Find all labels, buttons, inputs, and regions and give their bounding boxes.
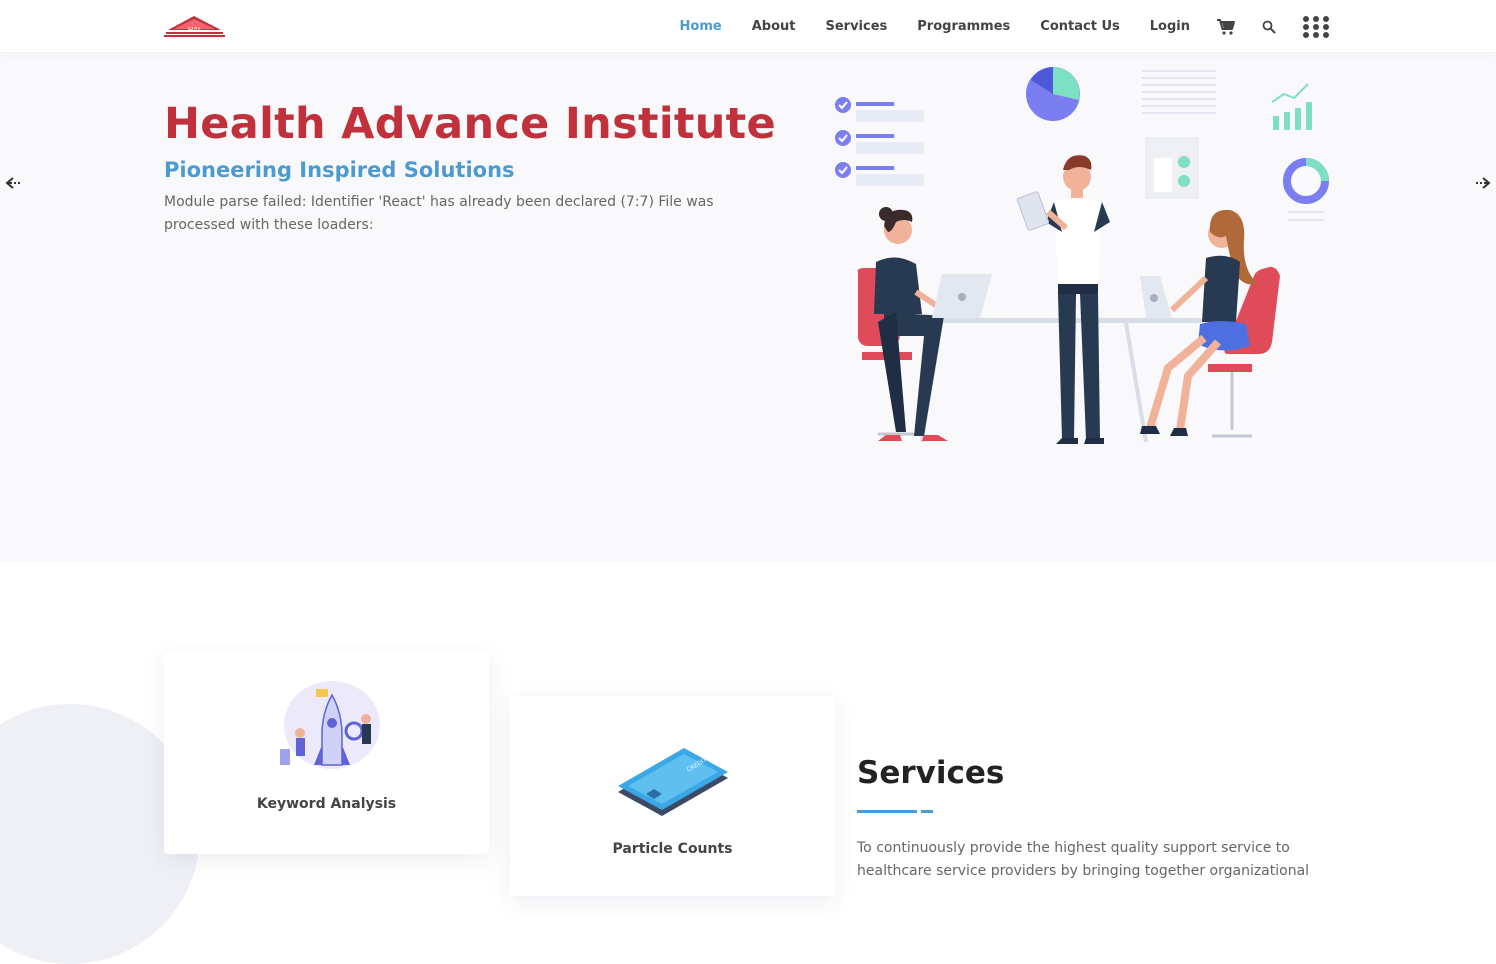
- nav-programmes[interactable]: Programmes: [917, 19, 1010, 34]
- arrow-right-icon[interactable]: [1472, 173, 1492, 193]
- heading-underline: [857, 810, 917, 813]
- nav-contact-us[interactable]: Contact Us: [1040, 19, 1119, 34]
- services-heading: Services: [857, 755, 1005, 791]
- woman-left-figure: [857, 207, 948, 441]
- services-description: To continuously provide the highest qual…: [857, 840, 1310, 879]
- heading-underline-accent: [921, 810, 933, 813]
- hero-illustration: [835, 67, 1329, 444]
- hero-subtitle: Pioneering Inspired Solutions: [164, 158, 515, 182]
- service-card-keyword-analysis[interactable]: Keyword Analysis: [164, 651, 489, 854]
- hero-title: Health Advance Institute: [164, 99, 776, 149]
- laptop-left-graphic: [932, 274, 992, 318]
- cart-icon[interactable]: [1216, 18, 1236, 36]
- card-title: Particle Counts: [612, 841, 733, 857]
- laptop-right-graphic: [1140, 276, 1172, 318]
- arrow-left-icon[interactable]: [4, 173, 24, 193]
- pie-chart-graphic: [1026, 67, 1080, 121]
- man-standing-figure: [1016, 155, 1110, 444]
- document-graphic: [1142, 70, 1216, 114]
- rocket-team-illustration: [280, 681, 380, 769]
- nav-services[interactable]: Services: [825, 19, 887, 34]
- hero-description: Module parse failed: Identifier 'React' …: [164, 194, 714, 233]
- credit-card-illustration: CREDIT: [618, 748, 728, 816]
- search-icon[interactable]: [1262, 20, 1276, 34]
- service-card-particle-counts[interactable]: CREDIT Particle Counts: [510, 696, 835, 896]
- hero-section: Health Advance Institute Pioneering Insp…: [0, 54, 1496, 561]
- logo-text: HAI: [188, 26, 200, 34]
- donut-chart-graphic: [1283, 158, 1329, 221]
- nav-login[interactable]: Login: [1150, 19, 1190, 34]
- nav-about[interactable]: About: [752, 19, 796, 34]
- bar-chart-graphic: [1271, 83, 1312, 130]
- card-title: Keyword Analysis: [256, 796, 397, 812]
- site-header: HAI Home About Services Programmes Conta…: [0, 0, 1496, 53]
- logo[interactable]: HAI: [164, 12, 225, 38]
- form-graphic: [1145, 137, 1199, 199]
- checklist-graphic: [835, 97, 924, 186]
- main-nav: Home About Services Programmes Contact U…: [650, 0, 1330, 53]
- grid-menu-icon[interactable]: [1302, 15, 1330, 38]
- nav-home[interactable]: Home: [680, 19, 722, 34]
